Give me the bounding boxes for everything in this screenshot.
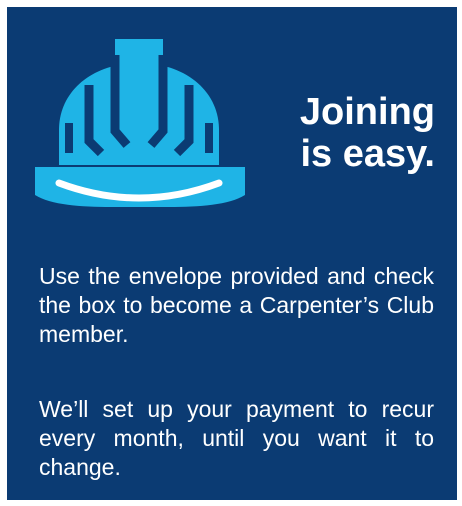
headline: Joining is easy. [235,91,435,175]
headline-line-2: is easy. [300,133,435,175]
instructions-paragraph: Use the envelope provided and check the … [39,263,434,347]
info-card: Joining is easy. Use the envelope provid… [7,7,457,500]
payment-paragraph: We’ll set up your payment to recur every… [39,396,434,480]
headline-line-1: Joining [299,91,435,133]
hard-hat-icon [35,39,245,207]
